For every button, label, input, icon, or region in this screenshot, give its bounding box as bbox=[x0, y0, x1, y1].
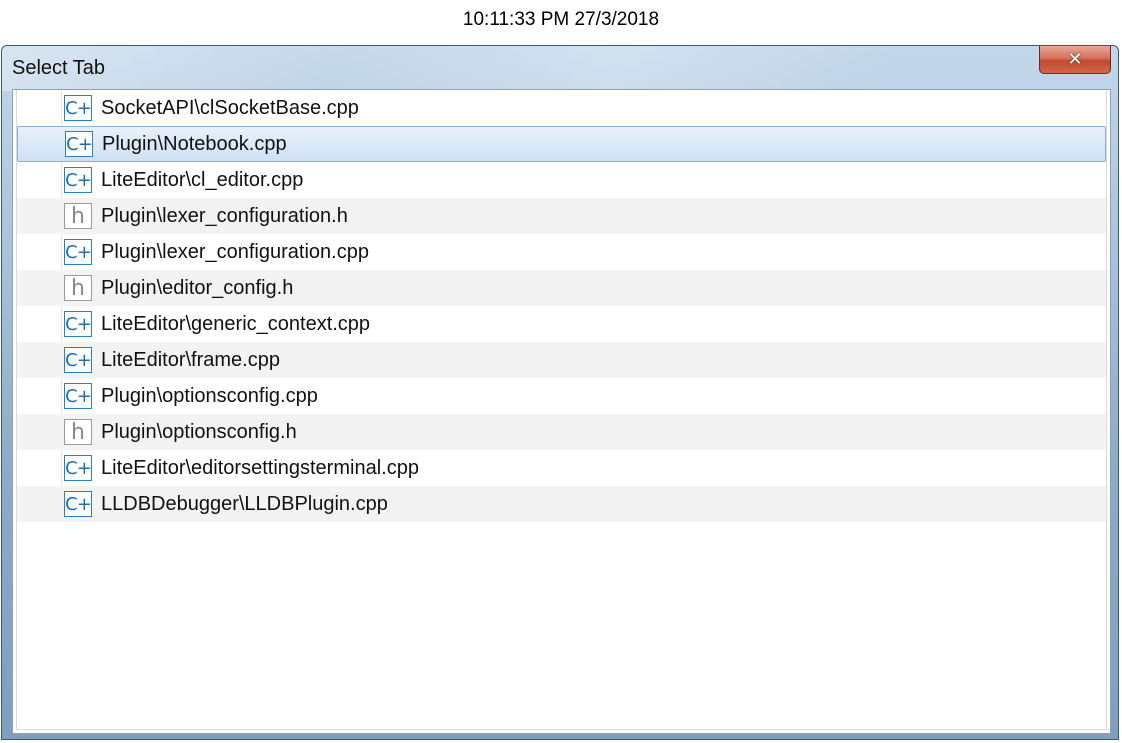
cpp-file-icon: C+ bbox=[64, 239, 92, 265]
tab-label: Plugin\Notebook.cpp bbox=[102, 132, 287, 155]
header-file-icon: h bbox=[64, 275, 92, 301]
tab-list-item[interactable]: C+ Plugin\optionsconfig.cpp bbox=[17, 378, 1106, 414]
tab-label: LiteEditor\frame.cpp bbox=[101, 348, 280, 371]
cpp-file-icon: C+ bbox=[64, 95, 92, 121]
tab-list-frame: C+ SocketAPI\clSocketBase.cpp C+ Plugin\… bbox=[12, 89, 1111, 734]
tab-list-item[interactable]: C+ LLDBDebugger\LLDBPlugin.cpp bbox=[17, 486, 1106, 522]
header-file-icon: h bbox=[64, 203, 92, 229]
tab-list-item[interactable]: C+ SocketAPI\clSocketBase.cpp bbox=[17, 90, 1106, 126]
cpp-file-icon: C+ bbox=[65, 131, 93, 157]
cpp-file-icon: C+ bbox=[64, 383, 92, 409]
tab-label: LiteEditor\cl_editor.cpp bbox=[101, 168, 304, 191]
tab-label: Plugin\lexer_configuration.h bbox=[101, 204, 348, 227]
tab-label: Plugin\optionsconfig.cpp bbox=[101, 384, 318, 407]
tab-list-item[interactable]: h Plugin\lexer_configuration.h bbox=[17, 198, 1106, 234]
tab-list-item[interactable]: C+ Plugin\lexer_configuration.cpp bbox=[17, 234, 1106, 270]
tab-label: LiteEditor\generic_context.cpp bbox=[101, 312, 371, 335]
tab-label: Plugin\optionsconfig.h bbox=[101, 420, 297, 443]
tab-list-item[interactable]: C+ LiteEditor\generic_context.cpp bbox=[17, 306, 1106, 342]
cpp-file-icon: C+ bbox=[64, 491, 92, 517]
tab-label: LLDBDebugger\LLDBPlugin.cpp bbox=[101, 492, 388, 515]
tab-list-item[interactable]: h Plugin\editor_config.h bbox=[17, 270, 1106, 306]
title-bar[interactable]: Select Tab ✕ bbox=[2, 46, 1118, 90]
cpp-file-icon: C+ bbox=[64, 167, 92, 193]
tab-list[interactable]: C+ SocketAPI\clSocketBase.cpp C+ Plugin\… bbox=[16, 90, 1107, 730]
tab-label: Plugin\editor_config.h bbox=[101, 276, 294, 299]
tab-label: SocketAPI\clSocketBase.cpp bbox=[101, 96, 359, 119]
cpp-file-icon: C+ bbox=[64, 455, 92, 481]
cpp-file-icon: C+ bbox=[64, 347, 92, 373]
close-icon: ✕ bbox=[1067, 49, 1083, 70]
dialog-title: Select Tab bbox=[12, 57, 106, 79]
tab-list-item[interactable]: C+ LiteEditor\frame.cpp bbox=[17, 342, 1106, 378]
tab-label: Plugin\lexer_configuration.cpp bbox=[101, 240, 369, 263]
tab-list-item[interactable]: C+ LiteEditor\editorsettingsterminal.cpp bbox=[17, 450, 1106, 486]
header-file-icon: h bbox=[64, 419, 92, 445]
clock-timestamp: 10:11:33 PM 27/3/2018 bbox=[462, 9, 660, 30]
close-button[interactable]: ✕ bbox=[1039, 46, 1111, 74]
tab-list-item[interactable]: h Plugin\optionsconfig.h bbox=[17, 414, 1106, 450]
cpp-file-icon: C+ bbox=[64, 311, 92, 337]
select-tab-dialog: Select Tab ✕ C+ SocketAPI\clSocketBase.c… bbox=[1, 45, 1119, 740]
tab-list-item[interactable]: C+ Plugin\Notebook.cpp bbox=[17, 126, 1106, 162]
tab-list-item[interactable]: C+ LiteEditor\cl_editor.cpp bbox=[17, 162, 1106, 198]
tab-label: LiteEditor\editorsettingsterminal.cpp bbox=[101, 456, 419, 479]
